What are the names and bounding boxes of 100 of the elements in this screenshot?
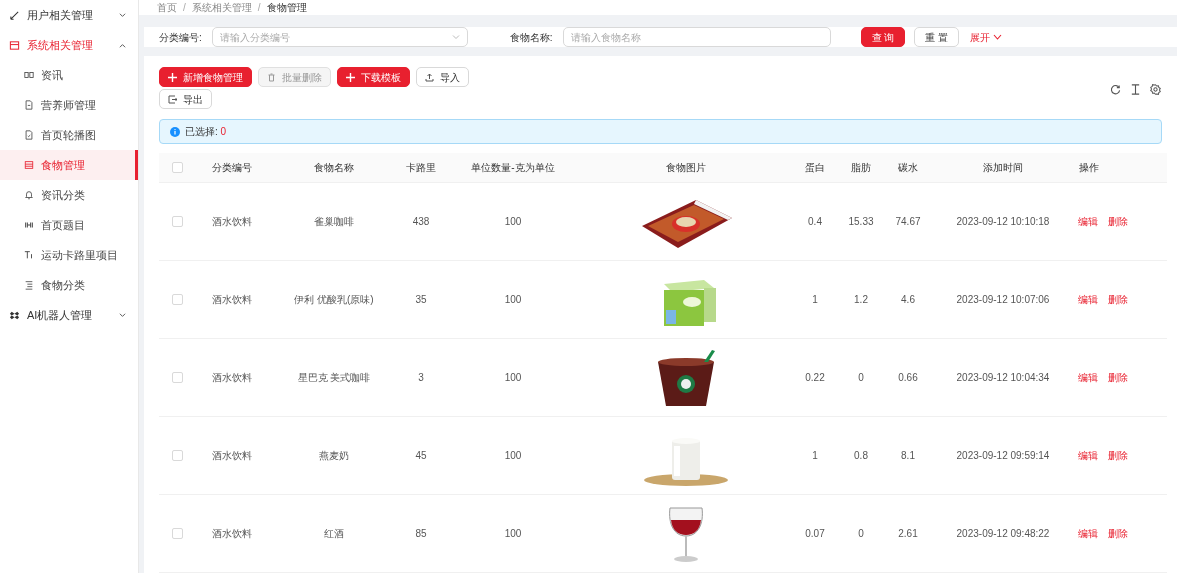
column-header: 添加时间: [982, 161, 1024, 175]
field-label: 食物名称:: [509, 30, 553, 45]
edit-link[interactable]: 编辑: [1078, 292, 1098, 307]
settings-icon[interactable]: [1150, 84, 1161, 95]
table-cell-text: 1: [811, 449, 819, 463]
table-cell-text: 100: [503, 527, 523, 541]
table-cell-text: 8.1: [900, 449, 916, 463]
delete-link[interactable]: 删除: [1108, 526, 1128, 541]
edit-link[interactable]: 编辑: [1078, 370, 1098, 385]
refresh-icon[interactable]: [1110, 84, 1121, 95]
table-cell-text: 100: [503, 293, 523, 307]
toolbar-button[interactable]: 下载模板: [337, 67, 410, 87]
table-cell-text: 酒水饮料: [211, 449, 253, 463]
table-cell-text: 2023-09-12 09:48:22: [955, 527, 1051, 541]
breadcrumb-separator: /: [183, 1, 186, 15]
checkbox[interactable]: [171, 162, 183, 173]
table-cell-text: 2023-09-12 10:10:18: [955, 215, 1051, 229]
table-cell-text: 酒水饮料: [211, 527, 253, 541]
dumbbell-icon: [24, 220, 34, 230]
submenu-item[interactable]: 资讯分类: [0, 180, 138, 210]
chevron-down-icon: [993, 34, 1003, 40]
trash-icon: [267, 72, 276, 82]
table-cell-text: 438: [411, 215, 431, 229]
grid-icon: [24, 70, 34, 80]
checkbox[interactable]: [171, 216, 183, 227]
table-cell-text: 2023-09-12 10:04:34: [955, 371, 1051, 385]
info-icon: [170, 126, 180, 137]
table-cell-text: 2.61: [897, 527, 919, 541]
table-cell-text: 0.4: [807, 215, 823, 229]
table-cell-text: 2023-09-12 09:59:14: [955, 449, 1051, 463]
submenu-item[interactable]: 首页题目: [0, 210, 138, 240]
table-cell-text: 0: [857, 527, 865, 541]
table-cell-text: 0.8: [853, 449, 869, 463]
table-cell-text: 100: [503, 371, 523, 385]
table-cell-text: 35: [414, 293, 428, 307]
column-header: 碳水: [897, 161, 919, 175]
edit-link[interactable]: 编辑: [1078, 448, 1098, 463]
edit-link[interactable]: 编辑: [1078, 526, 1098, 541]
column-header: 分类编号: [211, 161, 253, 175]
column-height-icon[interactable]: [1130, 84, 1141, 95]
field-label: 分类编号:: [159, 30, 202, 45]
menu-item[interactable]: 系统相关管理: [0, 30, 138, 60]
edit-link[interactable]: 编辑: [1078, 214, 1098, 229]
submenu-item[interactable]: 资讯: [0, 60, 138, 90]
table-cell-text: 0.07: [804, 527, 826, 541]
table-cell-text: 85: [414, 527, 428, 541]
chevron-down-icon: [451, 34, 460, 40]
breadcrumb-item[interactable]: 首页: [157, 0, 177, 15]
checkbox[interactable]: [171, 528, 183, 539]
document-icon: [24, 100, 34, 110]
document-icon: [24, 130, 34, 140]
bell-icon: [24, 190, 34, 200]
reset-button[interactable]: 重 置: [914, 27, 960, 47]
table-cell-text: 酒水饮料: [211, 293, 253, 307]
column-header: 蛋白: [804, 161, 826, 175]
menu-item[interactable]: 用户相关管理: [0, 0, 138, 30]
expand-link[interactable]: 展开: [970, 29, 1003, 45]
table-cell-text: 3: [417, 371, 425, 385]
table-cell-text: 1: [811, 293, 819, 307]
plus-icon: [346, 72, 355, 82]
submenu-item[interactable]: 营养师管理: [0, 90, 138, 120]
submenu-item[interactable]: 食物管理: [0, 150, 138, 180]
menu-item[interactable]: AI机器人管理: [0, 300, 138, 330]
checkbox[interactable]: [171, 372, 183, 383]
table-cell-text: 100: [503, 449, 523, 463]
text-icon: [24, 250, 34, 260]
plus-icon: [168, 72, 177, 82]
export-icon: [168, 94, 177, 104]
breadcrumb-item[interactable]: 系统相关管理: [191, 0, 252, 15]
toolbar-button[interactable]: 导入: [416, 67, 469, 87]
column-header: 脂肪: [850, 161, 872, 175]
breadcrumb-separator: /: [257, 1, 261, 15]
input-field[interactable]: 请输入食物名称: [562, 27, 831, 47]
table-cell-text: 0.22: [804, 371, 826, 385]
column-header: 单位数量-克为单位: [470, 161, 556, 175]
column-header: 食物图片: [665, 161, 707, 175]
column-header: 操作: [1078, 161, 1100, 175]
delete-link[interactable]: 删除: [1108, 214, 1128, 229]
table-cell-text: 酒水饮料: [211, 215, 253, 229]
table-cell-text: 伊利 优酸乳(原味): [293, 293, 375, 307]
delete-link[interactable]: 删除: [1108, 292, 1128, 307]
checkbox[interactable]: [171, 294, 183, 305]
table-cell-text: 红酒: [323, 527, 345, 541]
select-field[interactable]: 请输入分类编号: [211, 27, 468, 47]
table-cell-text: 0.66: [897, 371, 919, 385]
submenu-item[interactable]: 首页轮播图: [0, 120, 138, 150]
delete-link[interactable]: 删除: [1108, 370, 1128, 385]
submenu-item[interactable]: 运动卡路里项目: [0, 240, 138, 270]
toolbar-button[interactable]: 导出: [159, 89, 212, 109]
column-header: 卡路里: [405, 161, 437, 175]
submenu-item[interactable]: 食物分类: [0, 270, 138, 300]
delete-link[interactable]: 删除: [1108, 448, 1128, 463]
toolbar-button[interactable]: 新增食物管理: [159, 67, 252, 87]
table-cell-text: 0: [857, 371, 865, 385]
table-cell-text: 4.6: [900, 293, 916, 307]
table-cell-text: 45: [414, 449, 428, 463]
query-button[interactable]: 查 询: [860, 27, 906, 47]
table-cell-text: 15.33: [847, 215, 875, 229]
table-cell-text: 酒水饮料: [211, 371, 253, 385]
checkbox[interactable]: [171, 450, 183, 461]
